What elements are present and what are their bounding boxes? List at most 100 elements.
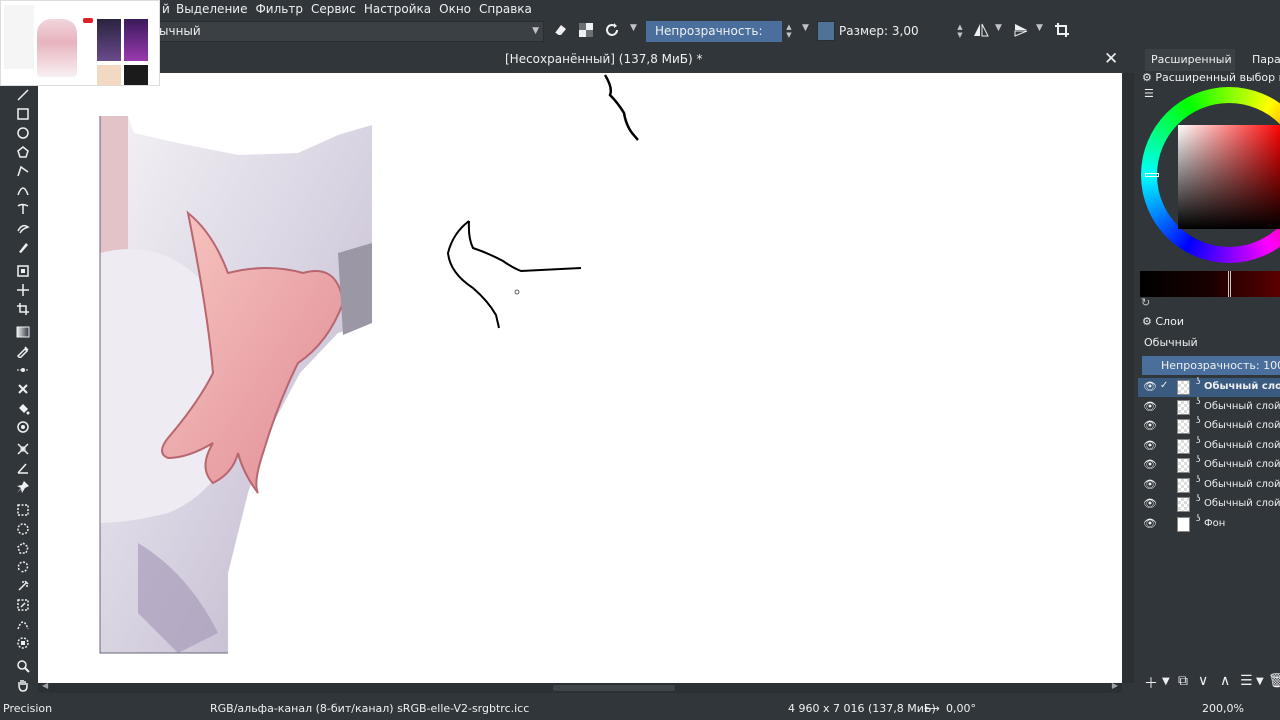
alpha-lock-icon[interactable]	[577, 22, 595, 40]
delete-layer-icon[interactable]: 🗑	[1268, 673, 1280, 689]
pan-tool-icon[interactable]	[15, 678, 31, 694]
freehand-select-tool-icon[interactable]	[15, 560, 31, 576]
tab-advanced-color[interactable]: Расширенный ...	[1145, 49, 1235, 71]
fill-tool-icon[interactable]	[15, 401, 31, 417]
measure-tool-icon[interactable]	[15, 442, 31, 458]
similar-color-select-icon[interactable]	[15, 420, 31, 436]
checkmark-icon[interactable]: ✓	[1160, 380, 1168, 391]
menu-item-selection[interactable]: Выделение	[176, 0, 255, 18]
eye-icon[interactable]: 👁	[1143, 497, 1157, 510]
transform-tool-icon[interactable]	[15, 264, 31, 280]
menu-item-filter[interactable]: Фильтр	[255, 0, 310, 18]
refresh-icon[interactable]: ↻	[1141, 296, 1150, 309]
ellipse-tool-icon[interactable]	[15, 126, 31, 142]
rectangle-tool-icon[interactable]	[15, 107, 31, 123]
mirror-vertical-icon[interactable]	[1012, 22, 1030, 40]
saturation-value-square[interactable]	[1178, 125, 1280, 229]
add-layer-chevron-icon[interactable]: ▼	[1162, 676, 1170, 687]
layer-properties-icon[interactable]: ☰	[1240, 673, 1253, 689]
brush-color-swatch[interactable]	[817, 21, 835, 41]
eye-icon[interactable]: 👁	[1143, 478, 1157, 491]
menu-item-help[interactable]: Справка	[479, 0, 540, 18]
similar-select-tool-icon[interactable]	[15, 598, 31, 614]
move-layer-up-icon[interactable]: ∧	[1220, 673, 1230, 689]
duplicate-layer-icon[interactable]: ⧉	[1178, 673, 1188, 689]
eye-icon[interactable]: 👁	[1143, 419, 1157, 432]
blend-mode-select[interactable]: ычный ▼	[154, 21, 544, 42]
floating-reference-preview[interactable]	[0, 0, 160, 86]
smart-patch-tool-icon[interactable]	[15, 382, 31, 398]
brush-preset-name[interactable]: Precision	[3, 702, 52, 715]
menu-item-settings[interactable]: Настройка	[364, 0, 439, 18]
add-layer-icon[interactable]: ＋	[1144, 673, 1158, 693]
reload-icon[interactable]	[603, 22, 621, 40]
layer-row[interactable]: 👁 ʖ Обычный слой 3	[1138, 455, 1280, 475]
zoom-level[interactable]: 200,0%	[1202, 702, 1244, 715]
layer-row[interactable]: 👁 ʖ Обычный слой 6	[1138, 397, 1280, 417]
reference-pin-tool-icon[interactable]	[15, 480, 31, 496]
move-tool-icon[interactable]	[15, 283, 31, 299]
opacity-options-chevron-icon[interactable]: ▼	[802, 23, 809, 33]
mirror-v-options-chevron-icon[interactable]: ▼	[1036, 23, 1043, 33]
layer-row[interactable]: 👁 ʖ Фон	[1138, 514, 1280, 534]
crop-tool-icon[interactable]	[15, 302, 31, 318]
crop-icon[interactable]	[1053, 22, 1071, 40]
zoom-tool-icon[interactable]	[15, 659, 31, 675]
layer-row[interactable]: 👁 ʖ Обычный слой 2	[1138, 475, 1280, 495]
layer-opacity-slider[interactable]: Непрозрачность: 100%	[1142, 356, 1280, 375]
gear-icon[interactable]: ⚙	[1142, 71, 1152, 84]
assistant-tool-icon[interactable]	[15, 363, 31, 379]
color-history-bar[interactable]	[1140, 271, 1280, 297]
close-icon[interactable]: ✕	[1104, 49, 1118, 69]
horizontal-scroll-thumb[interactable]	[553, 685, 675, 691]
scroll-right-icon[interactable]: ▶	[1112, 681, 1118, 690]
mirror-h-options-chevron-icon[interactable]: ▼	[995, 23, 1002, 33]
opacity-spinner[interactable]: ▲ ▼	[785, 23, 793, 39]
menu-item-partial[interactable]: й	[162, 0, 170, 18]
color-wheel-selector[interactable]	[1141, 87, 1280, 267]
tab-params[interactable]: Парам	[1246, 49, 1280, 71]
bezier-tool-icon[interactable]	[15, 183, 31, 199]
opacity-slider[interactable]: Непрозрачность: 100%	[646, 21, 782, 59]
polygon-tool-icon[interactable]	[15, 145, 31, 161]
move-layer-down-icon[interactable]: ∨	[1198, 673, 1208, 689]
bezier-select-tool-icon[interactable]	[15, 617, 31, 633]
gear-icon[interactable]: ⚙	[1142, 315, 1152, 328]
line-tool-icon[interactable]	[15, 88, 31, 104]
eye-icon[interactable]: 👁	[1143, 458, 1157, 471]
ellipse-select-tool-icon[interactable]	[15, 522, 31, 538]
menu-item-window[interactable]: Окно	[439, 0, 479, 18]
menu-item-tools[interactable]: Сервис	[311, 0, 364, 18]
eraser-icon[interactable]	[551, 22, 569, 40]
eye-icon[interactable]: 👁	[1143, 380, 1157, 393]
rotation-value[interactable]: 0,00°	[946, 702, 976, 715]
hue-marker[interactable]	[1145, 173, 1159, 177]
reload-options-chevron-icon[interactable]: ▼	[630, 23, 637, 33]
size-spinner[interactable]: ▲ ▼	[956, 23, 964, 39]
scroll-left-icon[interactable]: ◀	[42, 681, 48, 690]
layer-row[interactable]: 👁 ʖ Обычный слой 5	[1138, 416, 1280, 436]
vertical-scrollbar[interactable]	[1122, 73, 1134, 683]
gradient-tool-icon[interactable]	[15, 325, 31, 341]
rotation-icon[interactable]: ⟷	[924, 702, 940, 715]
eye-icon[interactable]: 👁	[1143, 439, 1157, 452]
polyline-tool-icon[interactable]	[15, 164, 31, 180]
dynamic-brush-tool-icon[interactable]	[15, 221, 31, 237]
color-picker-tool-icon[interactable]	[15, 344, 31, 360]
layer-row[interactable]: 👁 ʖ Обычный слой 1	[1138, 494, 1280, 514]
horizontal-scrollbar[interactable]: ◀ ▶	[38, 681, 1122, 693]
freehand-path-tool-icon[interactable]	[15, 202, 31, 218]
multibrush-tool-icon[interactable]	[15, 240, 31, 256]
rect-select-tool-icon[interactable]	[15, 503, 31, 519]
contiguous-select-tool-icon[interactable]	[15, 579, 31, 595]
layer-row[interactable]: 👁 ʖ Обычный слой 4	[1138, 436, 1280, 456]
angle-tool-icon[interactable]	[15, 461, 31, 477]
mirror-horizontal-icon[interactable]	[972, 22, 990, 40]
layer-blend-mode[interactable]: Обычный	[1144, 336, 1198, 349]
layer-properties-chevron-icon[interactable]: ▼	[1256, 676, 1264, 687]
eye-icon[interactable]: 👁	[1143, 517, 1157, 530]
brush-size-slider[interactable]: Размер: 3,00 пикс.	[835, 21, 955, 59]
color-history-marker[interactable]	[1228, 271, 1231, 297]
magnetic-select-tool-icon[interactable]	[15, 636, 31, 652]
eye-icon[interactable]: 👁	[1143, 400, 1157, 413]
